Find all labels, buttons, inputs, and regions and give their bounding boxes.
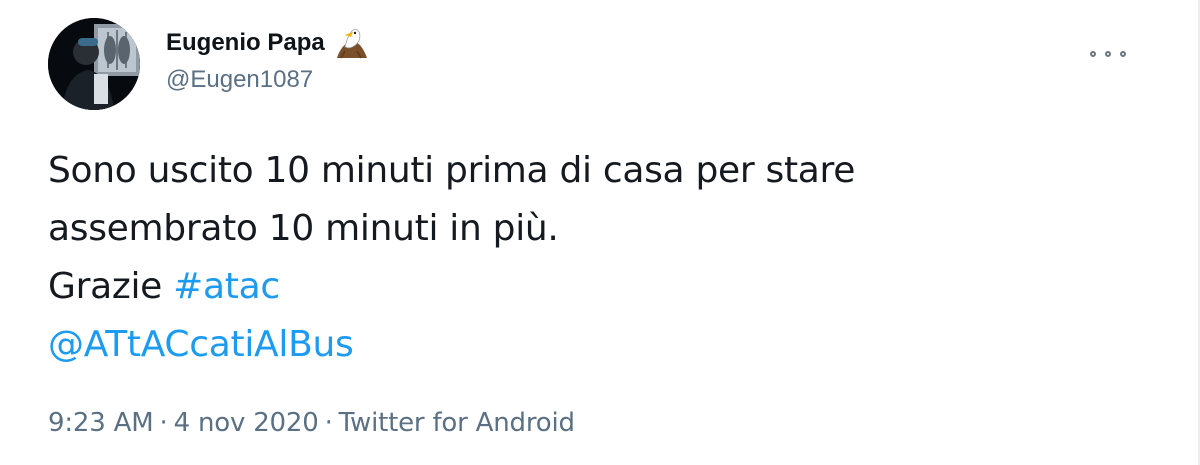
display-name[interactable]: Eugenio Papa: [166, 29, 325, 57]
avatar[interactable]: [48, 18, 140, 110]
eagle-emoji-icon: [335, 27, 369, 59]
more-dot-icon: [1105, 51, 1111, 57]
tweet-card: Eugenio Papa @Eugen1087 Sono uscito 10 m…: [0, 0, 1198, 465]
tweet-line-1: Sono uscito 10 minuti prima di casa per …: [48, 150, 856, 191]
more-dot-icon: [1120, 51, 1126, 57]
meta-separator: ·: [324, 408, 333, 438]
tweet-line-3-text: Grazie: [48, 266, 174, 307]
tweet-time[interactable]: 9:23 AM: [48, 408, 154, 438]
more-options-button[interactable]: [1090, 44, 1126, 64]
tweet-line-3: Grazie #atac: [48, 258, 1148, 316]
tweet-date[interactable]: 4 nov 2020: [174, 408, 319, 438]
tweet-header: Eugenio Papa @Eugen1087: [48, 18, 1148, 110]
tweet-text: Sono uscito 10 minuti prima di casa per …: [48, 142, 1148, 374]
name-row: Eugenio Papa: [166, 26, 369, 60]
tweet-line-2: assembrato 10 minuti in più.: [48, 208, 559, 249]
author-info: Eugenio Papa @Eugen1087: [166, 26, 369, 94]
more-dot-icon: [1090, 51, 1096, 57]
tweet-meta: 9:23 AM · 4 nov 2020 · Twitter for Android: [48, 408, 575, 438]
tweet-source[interactable]: Twitter for Android: [339, 408, 575, 438]
author-handle[interactable]: @Eugen1087: [166, 66, 369, 94]
meta-separator: ·: [159, 408, 168, 438]
avatar-image: [48, 18, 140, 110]
tweet-line-4: @ATtACcatiAlBus: [48, 316, 1148, 374]
mention-link[interactable]: @ATtACcatiAlBus: [48, 324, 354, 365]
hashtag-link[interactable]: #atac: [173, 266, 280, 307]
